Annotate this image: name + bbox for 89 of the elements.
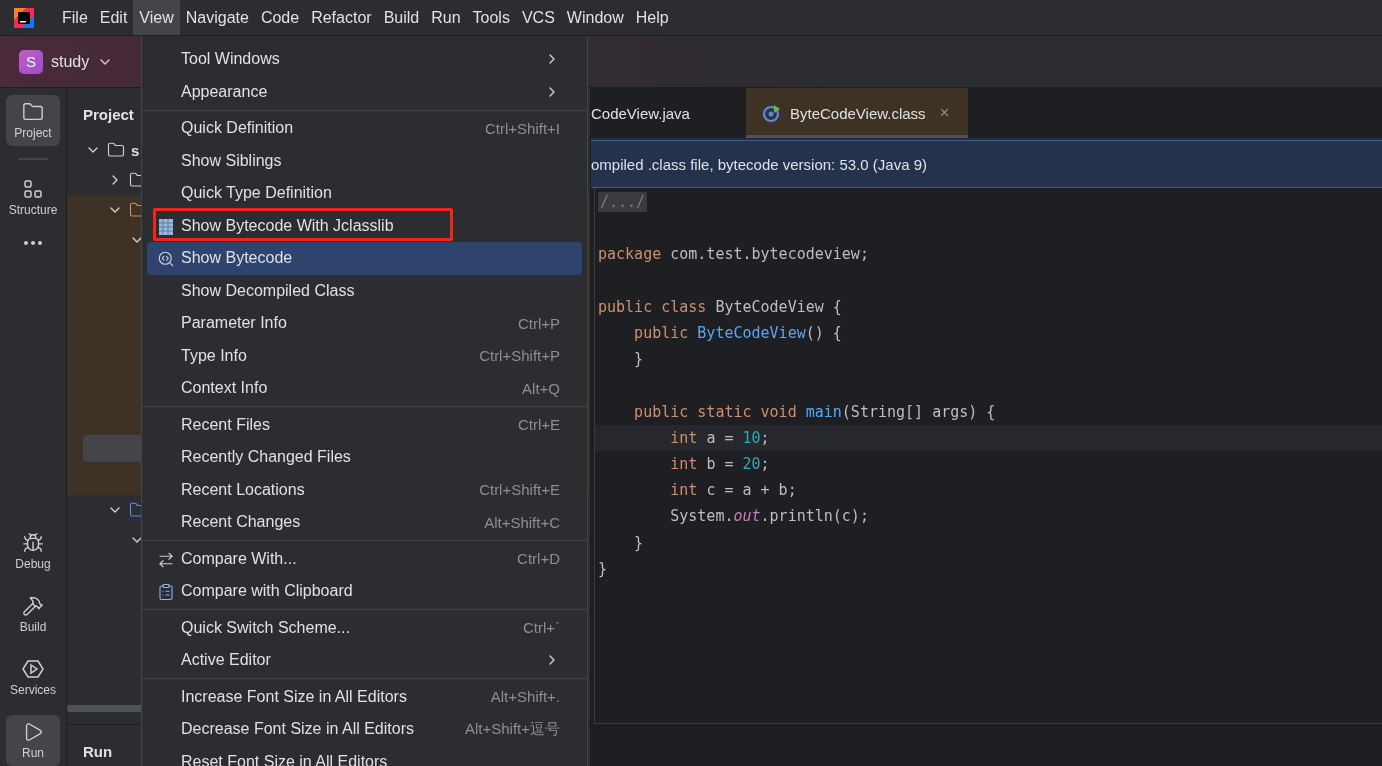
code-token: int (669, 481, 699, 500)
code-token: (String[] args) { (841, 402, 996, 421)
menu-item[interactable]: Increase Font Size in All Editors Alt+Shift+. (147, 680, 582, 713)
menu-item[interactable]: Compare with Clipboard (147, 575, 582, 608)
tool-window-button[interactable]: Build (6, 589, 60, 640)
tool-window-button[interactable]: Structure (6, 172, 60, 223)
menu-item[interactable]: Recent Files Ctrl+E (147, 408, 582, 441)
menu-item[interactable]: Context Info Alt+Q (147, 372, 582, 405)
code-token: public (633, 324, 690, 343)
code-token: a = (706, 428, 735, 447)
code-editor[interactable]: /.../ package com.test.bytecodeview; public class ByteCodeView { public ByteCodeView() { } public static void main(String[] args) { int a = 10; int b = 20; int c = a + b; System.out.println(c); } } (594, 188, 1382, 724)
search-icon (157, 250, 175, 268)
menu-item[interactable]: Show Siblings (147, 144, 582, 177)
tool-window-button[interactable]: Debug (6, 526, 60, 577)
app-logo (12, 5, 36, 30)
clipboard-icon (157, 583, 175, 601)
grid-icon (159, 218, 173, 235)
editor-tab[interactable]: CodeView.java (591, 88, 708, 138)
menu-item[interactable]: Show Decompiled Class (147, 274, 582, 307)
menu-item[interactable]: Reset Font Size in All Editors (147, 745, 582, 766)
menu-bar-item[interactable]: Refactor (305, 0, 378, 35)
code-token: } (633, 350, 644, 369)
code-token: c = a + b; (706, 481, 797, 500)
code-token: 20 (742, 454, 761, 473)
code-token: int (669, 428, 699, 447)
menu-item[interactable]: Tool Windows (147, 43, 582, 76)
code-token: main (805, 402, 842, 421)
code-token: ; (760, 454, 770, 473)
menu-bar-item[interactable]: File (56, 0, 94, 35)
menu-bar-item[interactable]: Run (425, 0, 467, 35)
close-tab-button[interactable]: × (939, 103, 950, 123)
tool-window-button[interactable]: Project (6, 95, 60, 146)
menu-item[interactable]: Active Editor (147, 644, 582, 677)
code-token: .println(c); (760, 507, 869, 526)
code-token: } (633, 533, 644, 552)
menu-item[interactable]: Parameter Info Ctrl+P (147, 307, 582, 340)
folder-icon (22, 101, 44, 123)
tree-item-label[interactable]: s (131, 141, 140, 159)
services-icon (22, 658, 44, 680)
menu-bar-item[interactable]: Tools (466, 0, 516, 35)
menu-item[interactable]: Show Bytecode (147, 242, 582, 275)
code-token: ByteCodeView { (715, 297, 842, 316)
tool-window-button[interactable]: Services (6, 652, 60, 703)
menu-bar-item[interactable]: View (133, 0, 180, 35)
decompiled-notice-banner: ompiled .class file, bytecode version: 53.0 (Java 9) (591, 140, 1382, 188)
menu-bar-item[interactable]: Window (560, 0, 630, 35)
menu-item[interactable]: Decrease Font Size in All Editors Alt+Shift+逗号 (147, 713, 582, 746)
code-token: out (733, 507, 761, 526)
panel-title: Project (83, 106, 134, 123)
menu-item[interactable]: Show Bytecode With Jclasslib (147, 209, 582, 242)
structure-icon (22, 178, 44, 200)
code-token: int (669, 454, 699, 473)
menu-bar-item[interactable]: Build (377, 0, 426, 35)
class-file-icon (761, 103, 782, 123)
more-icon (24, 241, 42, 245)
code-token: ; (760, 428, 770, 447)
arrows-icon (157, 550, 175, 569)
project-avatar: S (19, 49, 43, 74)
menu-item[interactable]: Recently Changed Files (147, 441, 582, 474)
menu-bar-item[interactable]: VCS (515, 0, 561, 35)
menu-item[interactable]: Quick Type Definition (147, 177, 582, 210)
project-name[interactable]: study (51, 52, 90, 71)
code-token: b = (706, 454, 735, 473)
menu-item[interactable]: Type Info Ctrl+Shift+P (147, 339, 582, 372)
menu-item[interactable]: Recent Changes Alt+Shift+C (147, 506, 582, 539)
bug-icon (22, 532, 44, 554)
code-token: ByteCodeView (697, 324, 806, 343)
code-token: public static void (633, 402, 798, 421)
menu-item[interactable]: Quick Switch Scheme... Ctrl+` (147, 611, 582, 644)
code-token: System. (669, 507, 734, 526)
menu-bar-item[interactable]: Help (629, 0, 675, 35)
panel-title: Run (83, 743, 113, 760)
menu-bar-item[interactable]: Code (254, 0, 306, 35)
code-token: } (598, 559, 608, 578)
menu-item[interactable]: Quick Definition Ctrl+Shift+I (147, 112, 582, 145)
code-token: public class (598, 297, 708, 316)
menu-bar-item[interactable]: Edit (93, 0, 134, 35)
menu-item[interactable]: Recent Locations Ctrl+Shift+E (147, 473, 582, 506)
code-token: package (598, 245, 663, 264)
folder-icon (107, 141, 125, 159)
tool-window-button[interactable]: Run (6, 715, 60, 766)
code-token: com.test.bytecodeview; (670, 245, 869, 264)
code-token: () { (805, 324, 842, 343)
menu-item[interactable]: Compare With... Ctrl+D (147, 542, 582, 575)
code-token: 10 (742, 428, 761, 447)
menu-item[interactable]: Appearance (147, 75, 582, 108)
editor-tab[interactable]: ByteCodeView.class × (745, 88, 968, 138)
hammer-icon (22, 595, 44, 617)
menu-bar-item[interactable]: Navigate (179, 0, 255, 35)
